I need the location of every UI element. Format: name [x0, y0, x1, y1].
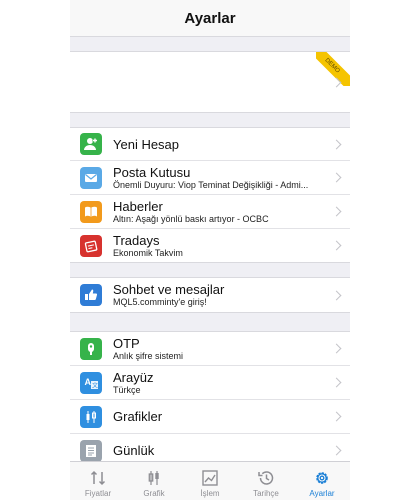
- tab-label: İşlem: [200, 489, 220, 498]
- tab-bar: Fiyatlar Grafik İşlem Tarihçe Ayarlar: [70, 461, 350, 500]
- settings-screen: Ayarlar DEMO Yeni Hesap Posta Kutusu Öne…: [70, 0, 350, 500]
- journal-icon: [80, 439, 102, 462]
- settings-section: OTP Anlık şifre sistemi A文 Arayüz Türkçe…: [70, 331, 350, 468]
- menu-label: Günlük: [113, 443, 155, 458]
- menu-label: Tradays: [113, 232, 160, 248]
- quotes-icon: [90, 470, 106, 486]
- menu-label: Sohbet ve mesajlar: [113, 282, 225, 297]
- menu-label: OTP: [113, 335, 140, 351]
- book-icon: [80, 200, 102, 223]
- tab-label: Grafik: [143, 489, 165, 498]
- main-section: Yeni Hesap Posta Kutusu Önemli Duyuru: V…: [70, 127, 350, 263]
- thumbs-up-icon: [80, 284, 102, 306]
- menu-item-mailbox[interactable]: Posta Kutusu Önemli Duyuru: Viop Teminat…: [70, 161, 350, 195]
- tab-settings[interactable]: Ayarlar: [294, 462, 350, 500]
- menu-item-tradays[interactable]: Tradays Ekonomik Takvim: [70, 229, 350, 262]
- menu-subtitle: Ekonomik Takvim: [113, 247, 183, 258]
- chart-icon: [148, 471, 159, 485]
- tab-chart[interactable]: Grafik: [126, 462, 182, 500]
- menu-item-new-account[interactable]: Yeni Hesap: [70, 128, 350, 161]
- calendar-icon: [80, 234, 102, 257]
- menu-item-chat[interactable]: Sohbet ve mesajlar MQL5.comminty'e giriş…: [70, 278, 350, 312]
- translate-icon: A文: [80, 371, 102, 394]
- tab-label: Tarihçe: [253, 489, 279, 498]
- page-title: Ayarlar: [184, 9, 236, 27]
- tab-label: Fiyatlar: [84, 489, 112, 498]
- menu-subtitle: Önemli Duyuru: Viop Teminat Değişikliği …: [113, 179, 309, 190]
- mail-icon: [80, 166, 102, 189]
- add-user-icon: [80, 133, 102, 155]
- menu-label: Haberler: [113, 198, 163, 214]
- history-icon: [258, 471, 274, 485]
- menu-subtitle: MQL5.comminty'e giriş!: [113, 297, 207, 307]
- svg-text:文: 文: [92, 381, 98, 389]
- nav-bar: Ayarlar: [70, 0, 350, 37]
- menu-item-charts[interactable]: Grafikler: [70, 400, 350, 434]
- trade-icon: [202, 470, 218, 486]
- svg-text:A: A: [85, 377, 92, 387]
- menu-label: Posta Kutusu: [113, 164, 191, 180]
- tab-label: Ayarlar: [309, 489, 335, 498]
- tab-history[interactable]: Tarihçe: [238, 462, 294, 500]
- key-icon: [80, 337, 102, 360]
- menu-label: Arayüz: [113, 369, 154, 385]
- menu-subtitle: Altın: Aşağı yönlü baskı artıyor - OCBC: [113, 213, 269, 224]
- account-section: DEMO: [70, 51, 350, 113]
- tab-quotes[interactable]: Fiyatlar: [70, 462, 126, 500]
- menu-item-interface[interactable]: A文 Arayüz Türkçe: [70, 366, 350, 400]
- settings-icon: [316, 472, 328, 484]
- menu-label: Grafikler: [113, 409, 163, 424]
- candlestick-icon: [80, 405, 102, 428]
- chat-section: Sohbet ve mesajlar MQL5.comminty'e giriş…: [70, 277, 350, 313]
- menu-label: Yeni Hesap: [113, 136, 180, 152]
- tab-trade[interactable]: İşlem: [182, 462, 238, 500]
- menu-subtitle: Anlık şifre sistemi: [113, 350, 184, 361]
- menu-subtitle: Türkçe: [113, 384, 141, 395]
- menu-item-news[interactable]: Haberler Altın: Aşağı yönlü baskı artıyo…: [70, 195, 350, 229]
- menu-item-otp[interactable]: OTP Anlık şifre sistemi: [70, 332, 350, 366]
- account-row[interactable]: DEMO: [70, 52, 350, 112]
